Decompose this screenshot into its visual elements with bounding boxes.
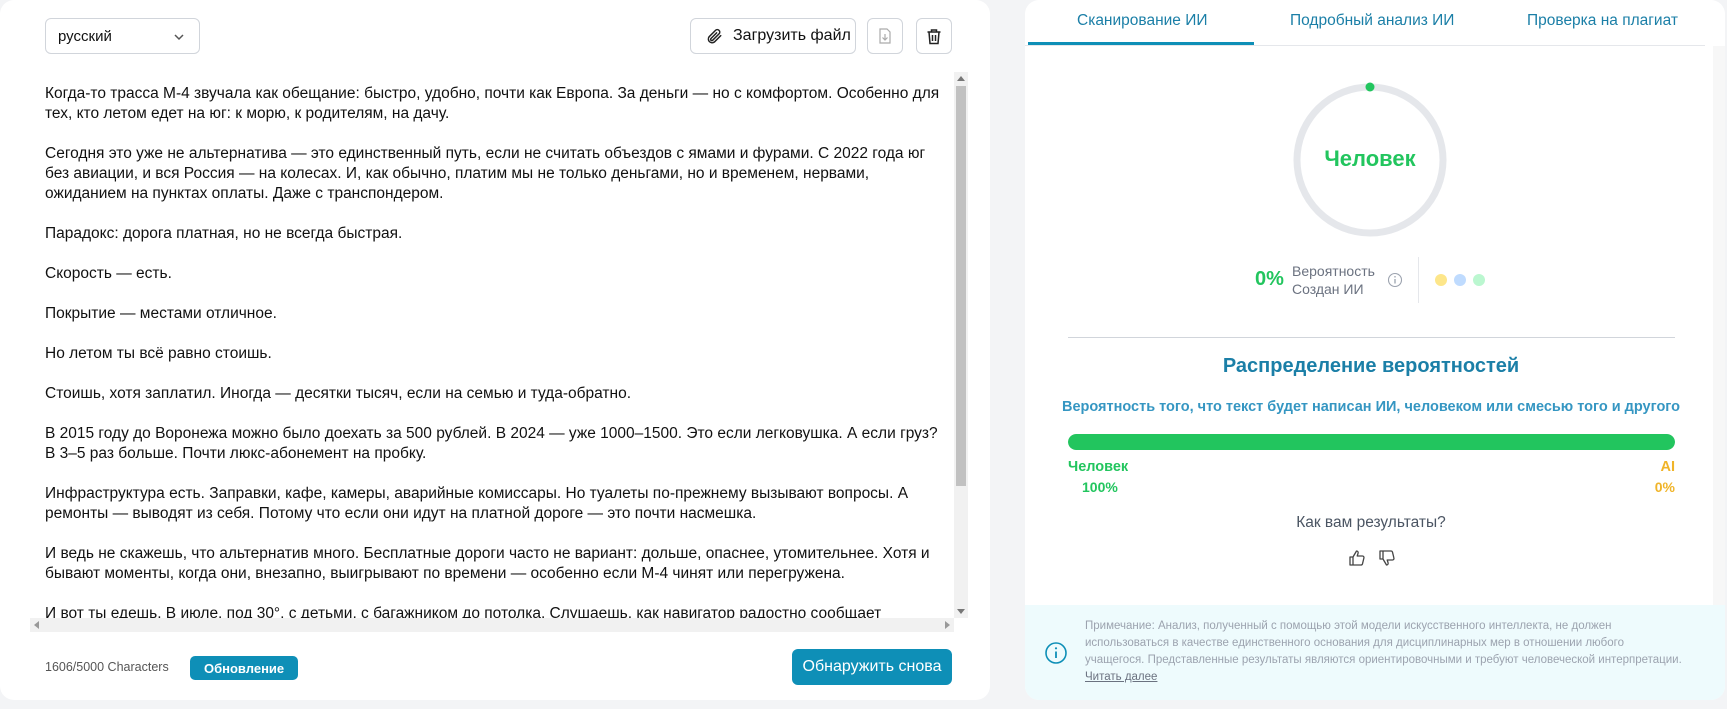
feedback-question: Как вам результаты? [1296, 514, 1446, 531]
text-editor-content[interactable]: Когда-то трасса М-4 звучала как обещание… [45, 84, 950, 622]
legend-dot-green [1473, 274, 1485, 286]
human-percent: 100% [1082, 479, 1118, 495]
upload-file-button[interactable]: Загрузить файл [690, 18, 856, 54]
language-select-value: русский [58, 27, 112, 45]
legend-dot-blue [1454, 274, 1466, 286]
distribution-subtitle: Вероятность того, что текст будет написа… [1061, 399, 1681, 415]
human-label: Человек [1068, 459, 1129, 475]
section-divider [1068, 337, 1675, 338]
editor-paragraph: Скорость — есть. [45, 265, 172, 282]
ai-percent: 0% [1654, 479, 1675, 495]
ai-probability-label: Вероятность Создан ИИ [1292, 262, 1375, 298]
file-export-icon [879, 28, 891, 44]
delete-button[interactable] [916, 18, 952, 54]
tab-detailed-analysis[interactable]: Подробный анализ ИИ [1290, 12, 1454, 30]
character-count: 1606/5000 Characters [45, 660, 169, 674]
read-more-link[interactable]: Читать далее [1085, 671, 1157, 683]
legend-dot-yellow [1435, 274, 1447, 286]
ai-probability-label-line2: Создан ИИ [1292, 281, 1364, 297]
paperclip-icon [707, 28, 722, 44]
distribution-bar-human-fill [1068, 434, 1675, 450]
editor-paragraph: Инфраструктура есть. Заправки, кафе, кам… [45, 485, 909, 522]
tab-ai-scan[interactable]: Сканирование ИИ [1077, 12, 1208, 30]
ai-label: AI [1660, 459, 1676, 475]
editor-paragraph: В 2015 году до Воронежа можно было доеха… [45, 425, 938, 462]
info-icon[interactable] [1387, 272, 1403, 288]
scrollbar-thumb[interactable] [956, 86, 966, 486]
ai-probability-value: 0% [1255, 268, 1284, 290]
verdict-label: Человек [1324, 146, 1416, 171]
editor-paragraph: Парадокс: дорога платная, но не всегда б… [45, 225, 403, 242]
editor-paragraph: И ведь не скажешь, что альтернатив много… [45, 545, 930, 582]
disclaimer-text: Примечание: Анализ, полученный с помощью… [1085, 618, 1685, 686]
editor-paragraph: Покрытие — местами отличное. [45, 305, 277, 322]
chevron-down-icon [174, 34, 184, 41]
language-select[interactable]: русский [45, 18, 200, 54]
editor-paragraph: Сегодня это уже не альтернатива — это ед… [45, 145, 926, 202]
editor-paragraph: Когда-то трасса М-4 звучала как обещание… [45, 85, 940, 122]
ai-probability-label-line1: Вероятность [1292, 263, 1375, 279]
scroll-left-arrow-icon[interactable] [34, 621, 39, 629]
horizontal-scrollbar[interactable] [30, 618, 954, 632]
thumbs-up-icon[interactable] [1348, 549, 1366, 567]
scroll-right-arrow-icon[interactable] [945, 621, 950, 629]
vertical-separator [1418, 257, 1419, 303]
export-button[interactable] [867, 18, 903, 54]
results-tabs: Сканирование ИИ Подробный анализ ИИ Пров… [1025, 0, 1725, 46]
distribution-bar [1068, 434, 1675, 450]
detect-again-button[interactable]: Обнаружить снова [792, 649, 952, 685]
editor-panel: русский Загрузить файл Когда-то трасса М… [0, 0, 990, 700]
distribution-title: Распределение вероятностей [1222, 355, 1520, 377]
disclaimer-body: Примечание: Анализ, полученный с помощью… [1085, 620, 1682, 666]
gauge-indicator-dot [1365, 82, 1375, 92]
scroll-down-arrow-icon[interactable] [957, 609, 965, 614]
editor-paragraph: Но летом ты всё равно стоишь. [45, 345, 272, 362]
editor-paragraph: Стоишь, хотя заплатил. Иногда — десятки … [45, 385, 631, 402]
scroll-up-arrow-icon[interactable] [957, 76, 965, 81]
update-button[interactable]: Обновление [190, 656, 299, 680]
tab-plagiarism-check[interactable]: Проверка на плагиат [1527, 12, 1678, 30]
results-panel: Сканирование ИИ Подробный анализ ИИ Пров… [1025, 0, 1725, 700]
upload-file-label: Загрузить файл [733, 27, 851, 44]
thumbs-down-icon[interactable] [1378, 549, 1396, 567]
text-editor[interactable]: Когда-то трасса М-4 звучала как обещание… [30, 72, 968, 632]
disclaimer-note: Примечание: Анализ, полученный с помощью… [1025, 605, 1725, 700]
trash-icon [927, 28, 941, 44]
info-icon [1045, 642, 1067, 664]
tabs-divider [1025, 45, 1705, 46]
vertical-scrollbar[interactable] [954, 72, 968, 618]
